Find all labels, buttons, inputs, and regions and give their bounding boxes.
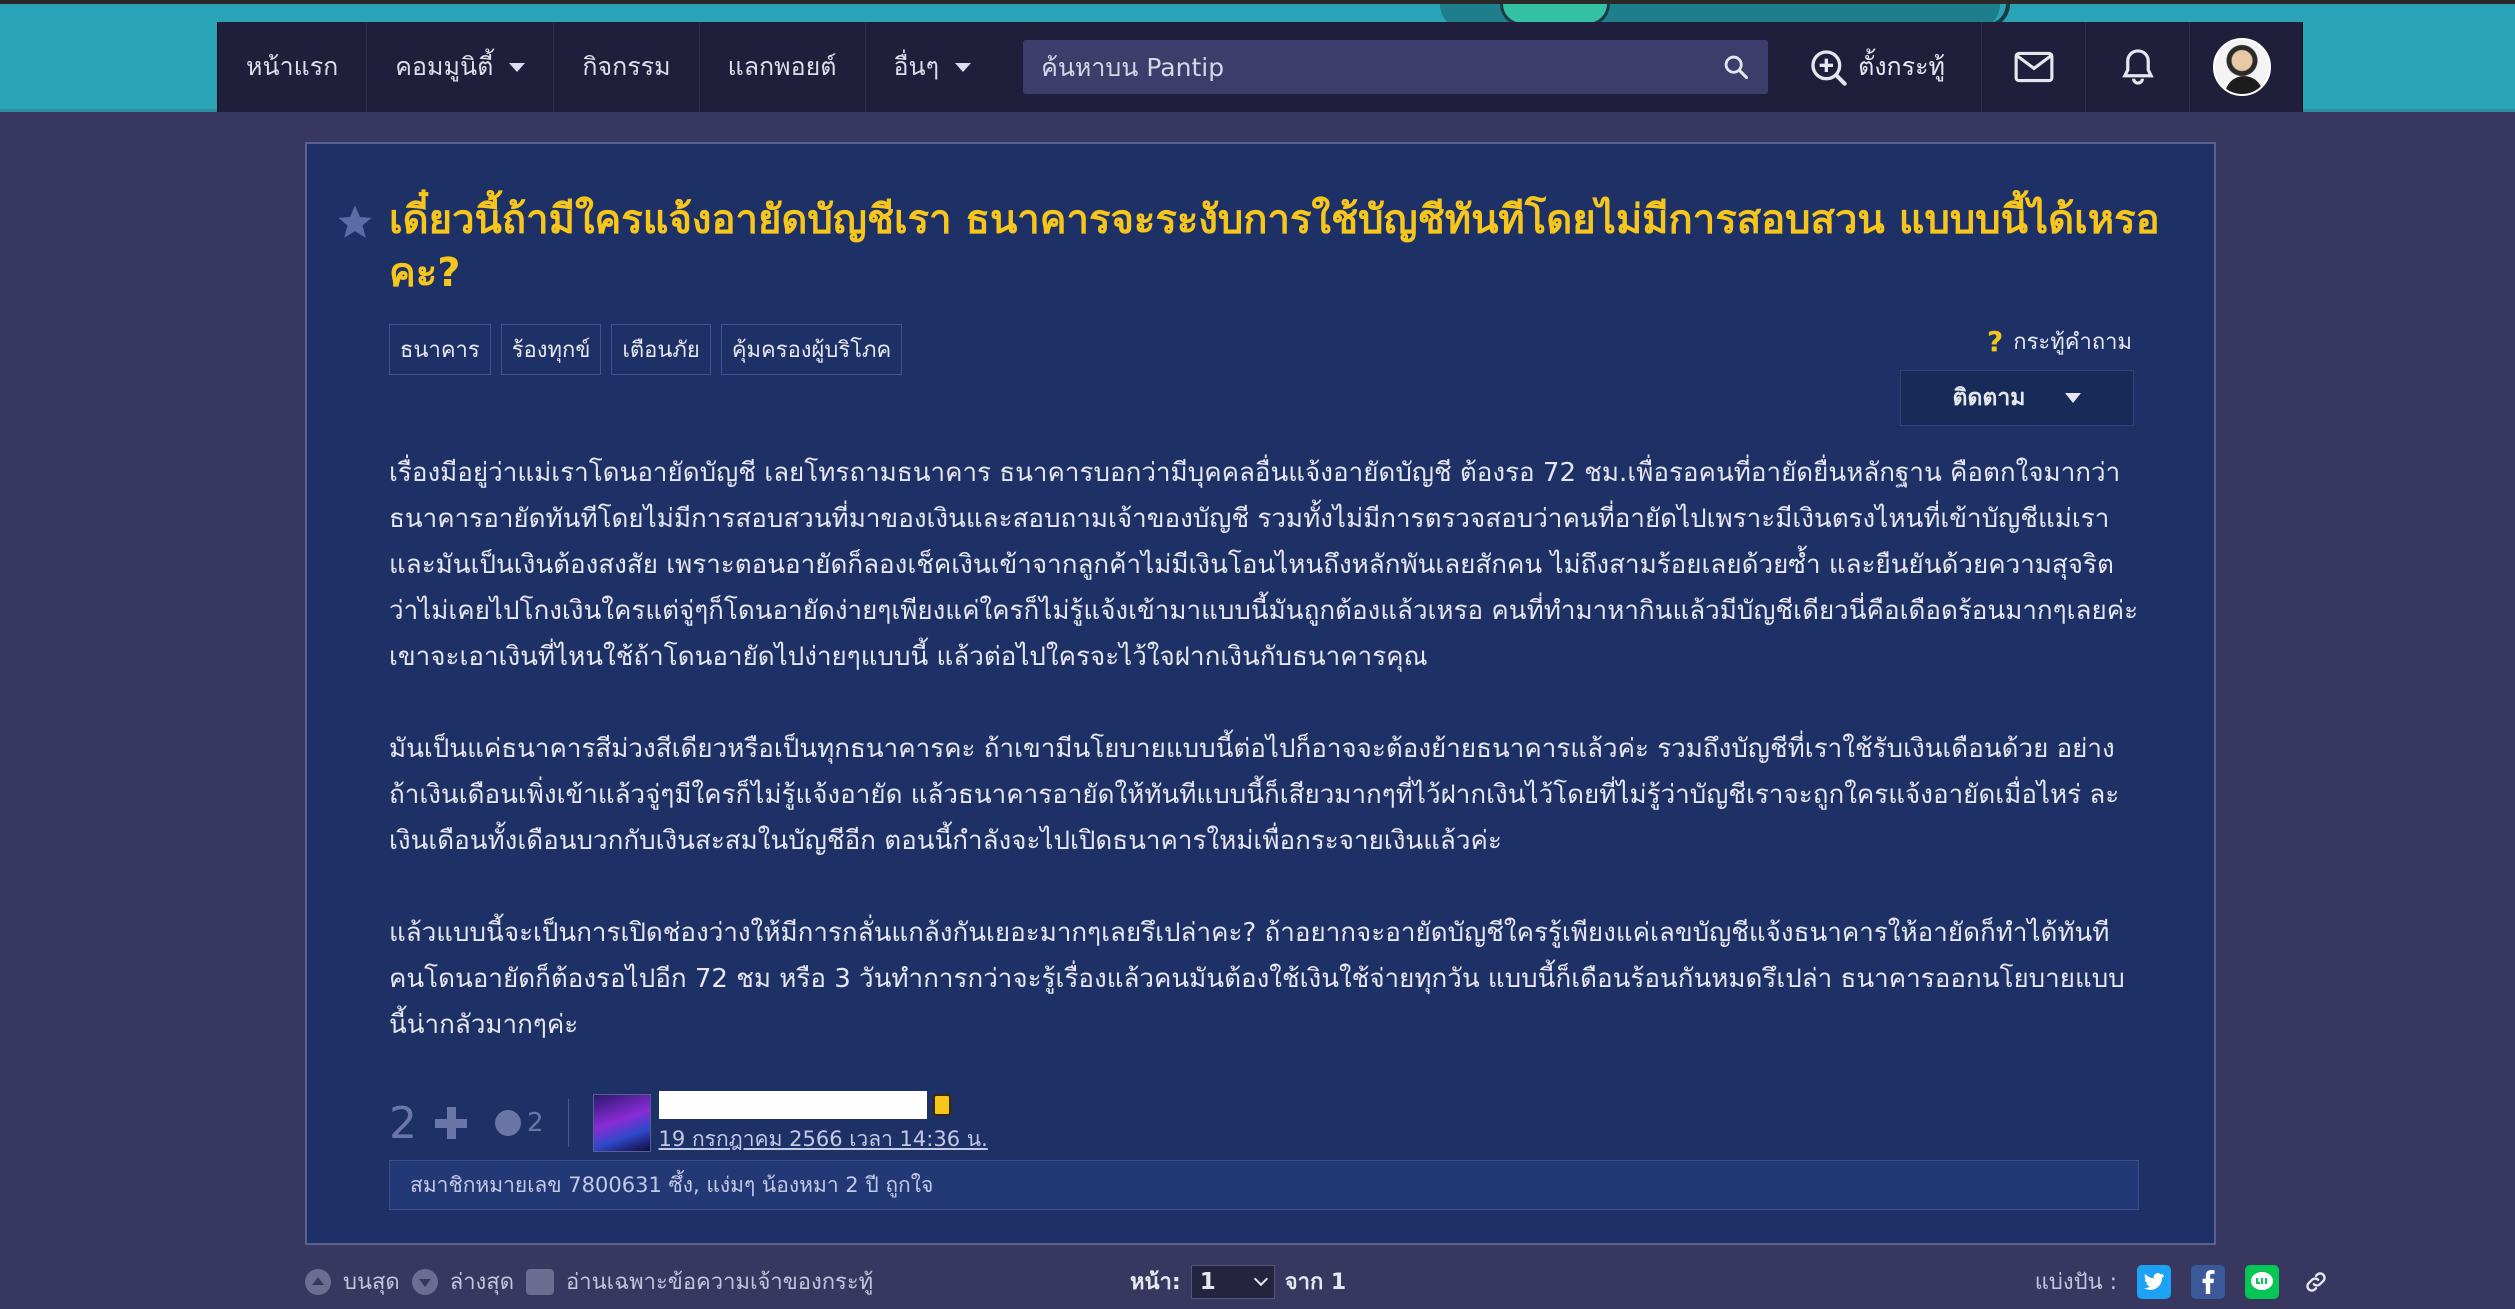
vote-count: 2 [389,1097,417,1149]
question-icon: ? [1987,325,2004,358]
tag-item[interactable]: เตือนภัย [611,324,711,375]
nav-community[interactable]: คอมมูนิตี้ [367,22,555,112]
follow-button[interactable]: ติดตาม [1900,370,2134,426]
share-group: แบ่งปัน : [2035,1264,2333,1299]
nav-right-group: ตั้งกระทู้ [1808,22,2293,112]
nav-community-label: คอมมูนิตี้ [395,52,494,81]
link-icon[interactable] [2299,1264,2333,1299]
avatar [2212,38,2271,96]
nav-more[interactable]: อื่นๆ [866,22,1000,112]
caret-down-icon [509,62,526,72]
caret-down-icon [2065,393,2082,403]
tag-list: ธนาคาร ร้องทุกข์ เตือนภัย คุ้มครองผู้บริ… [389,324,903,375]
follow-label: ติดตาม [1952,385,2026,411]
search-box [1023,40,1769,94]
body-paragraph: เรื่องมีอยู่ว่าแม่เราโดนอายัดบัญชี เลยโท… [389,458,2139,672]
share-label: แบ่งปัน : [2034,1270,2117,1295]
star-icon[interactable] [335,202,375,242]
twitter-icon[interactable] [2137,1264,2171,1299]
scroll-bottom-icon[interactable] [411,1268,438,1295]
tag-item[interactable]: ธนาคาร [389,324,491,375]
page-total: จาก 1 [1284,1270,1347,1295]
caret-down-icon [955,62,972,72]
new-topic-label: ตั้งกระทู้ [1858,52,1946,81]
topic-title: เดี๋ยวนี้ถ้ามีใครแจ้งอายัดบัญชีเรา ธนาคา… [389,197,2160,296]
bell-icon [2121,49,2154,85]
new-topic-button[interactable]: ตั้งกระทู้ [1808,47,1981,87]
author-avatar[interactable] [592,1094,651,1152]
topic-body: เรื่องมีอยู่ว่าแม่เราโดนอายัดบัญชี เลยโท… [389,450,2139,1048]
author-line [658,1090,988,1119]
topic-card: เดี๋ยวนี้ถ้ามีใครแจ้งอายัดบัญชีเรา ธนาคา… [305,142,2216,1245]
body-paragraph: แล้วแบบนี้จะเป็นการเปิดช่องว่างให้มีการก… [389,918,2125,1040]
nav-home[interactable]: หน้าแรก [218,22,368,112]
question-type-label: กระทู้คำถาม [2013,330,2132,355]
nav-activities-label: กิจกรรม [582,52,671,81]
profile-button[interactable] [2189,22,2293,112]
member-badge-icon [932,1093,951,1116]
pagination: หน้า: 1 จาก 1 [1130,1264,1346,1299]
reactions-bar: สมาชิกหมายเลข 7800631 ซึ้ง, แง่มๆ น้องหม… [389,1160,2139,1210]
emotion-icon [495,1110,521,1136]
emotion-count: 2 [527,1108,544,1138]
nav-home-label: หน้าแรก [246,52,339,81]
nav-points-label: แลกพอยต์ [727,52,837,81]
bottom-left-group: บนสุด ล่างสุด อ่านเฉพาะข้อความเจ้าของกระ… [305,1264,873,1299]
divider [567,1099,569,1147]
emotion-button[interactable]: 2 [495,1108,544,1138]
owner-filter-icon[interactable] [526,1268,555,1295]
question-type: ? กระทู้คำถาม [1987,324,2132,359]
nav-more-label: อื่นๆ [893,52,940,81]
scroll-top-label[interactable]: บนสุด [343,1264,400,1299]
notifications-button[interactable] [2085,22,2189,112]
nav-points[interactable]: แลกพอยต์ [700,22,866,112]
line-icon[interactable] [2245,1264,2279,1299]
mail-icon [2014,51,2053,83]
page-label: หน้า: [1130,1270,1181,1295]
body-paragraph: มันเป็นแค่ธนาคารสีม่วงสีเดียวหรือเป็นทุก… [389,734,2120,856]
scroll-top-icon[interactable] [305,1268,331,1295]
add-topic-icon [1811,50,1847,86]
author-info: 19 กรกฎาคม 2566 เวลา 14:36 น. [658,1090,988,1156]
post-date[interactable]: 19 กรกฎาคม 2566 เวลา 14:36 น. [659,1123,988,1156]
nav-activities[interactable]: กิจกรรม [554,22,700,112]
reactions-text[interactable]: สมาชิกหมายเลข 7800631 ซึ้ง, แง่มๆ น้องหม… [410,1169,933,1202]
plus-vote-icon[interactable] [435,1107,467,1139]
search-input[interactable] [1041,52,1723,82]
owner-filter-label[interactable]: อ่านเฉพาะข้อความเจ้าของกระทู้ [566,1264,873,1299]
bottom-toolbar: บนสุด ล่างสุด อ่านเฉพาะข้อความเจ้าของกระ… [0,1254,2515,1309]
author-name-redacted[interactable] [658,1090,927,1119]
scroll-bottom-label[interactable]: ล่างสุด [450,1264,514,1299]
facebook-icon[interactable] [2191,1264,2225,1299]
page-value: 1 [1199,1268,1216,1295]
topic-footer: 2 2 19 กรกฎาคม 2566 เวลา 14:36 น. [389,1088,2139,1158]
tag-item[interactable]: คุ้มครองผู้บริโภค [720,324,903,375]
chevron-down-icon [1253,1271,1268,1286]
tag-item[interactable]: ร้องทุกข์ [500,324,602,375]
messages-button[interactable] [1981,22,2085,112]
search-icon[interactable] [1722,53,1750,81]
main-navbar: หน้าแรก คอมมูนิตี้ กิจกรรม แลกพอยต์ อื่น… [217,22,2303,112]
page-select[interactable]: 1 [1190,1264,1275,1299]
